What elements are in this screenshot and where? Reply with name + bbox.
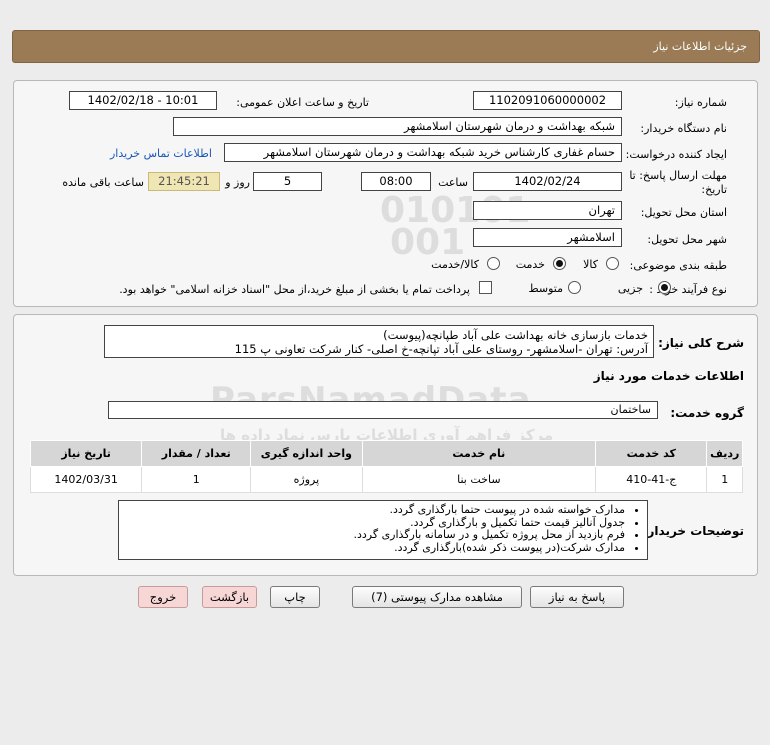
- cell-unit: پروژه: [250, 466, 363, 493]
- summary-line-2: آدرس: تهران -اسلامشهر- روستای علی آباد ت…: [234, 342, 648, 356]
- cell-service-name: ساخت بنا: [361, 466, 597, 493]
- process-minor-radio[interactable]: [658, 281, 671, 294]
- category-service-radio[interactable]: [553, 257, 566, 270]
- creator-label: ایجاد کننده درخواست:: [625, 148, 727, 161]
- buyer-notes-box: مدارک خواسته شده در پیوست حتما بارگذاری …: [118, 500, 648, 560]
- deadline-date-label: تاریخ:: [701, 183, 727, 196]
- process-medium-label: متوسط: [528, 282, 563, 295]
- category-goods-radio[interactable]: [606, 257, 619, 270]
- summary-box: خدمات بازسازی خانه بهداشت علی آباد طپانچ…: [104, 325, 654, 358]
- col-header-need-date: تاریخ نیاز: [29, 440, 143, 467]
- summary-line-1: خدمات بازسازی خانه بهداشت علی آباد طپانچ…: [383, 328, 648, 342]
- summary-label: شرح کلی نیاز:: [658, 336, 744, 350]
- exit-button[interactable]: خروج: [138, 586, 188, 608]
- deadline-time-label: ساعت: [438, 176, 468, 189]
- need-number-field: 1102091060000002: [473, 91, 622, 110]
- deadline-time-field: 08:00: [361, 172, 431, 191]
- category-goods-service-radio[interactable]: [487, 257, 500, 270]
- announce-label: تاریخ و ساعت اعلان عمومی:: [236, 96, 369, 109]
- col-header-service-name: نام خدمت: [361, 440, 597, 467]
- buyer-note-item: فرم بازدید از محل پروژه تکمیل و در سامان…: [129, 528, 625, 542]
- category-goods-service-label: کالا/خدمت: [431, 258, 479, 271]
- treasury-payment-note: پرداخت تمام یا بخشی از مبلغ خرید،از محل …: [119, 283, 470, 296]
- back-button[interactable]: بازگشت: [202, 586, 257, 608]
- cell-quantity: 1: [141, 466, 252, 493]
- reply-button[interactable]: پاسخ به نیاز: [530, 586, 624, 608]
- buyer-note-item: مدارک شرکت(در پیوست ذکر شده)بارگذاری گرد…: [129, 541, 625, 555]
- view-attachments-button[interactable]: مشاهده مدارک پیوستی (7): [352, 586, 522, 608]
- days-label: روز و: [225, 176, 250, 189]
- cell-need-date: 1402/03/31: [29, 466, 143, 493]
- buyer-notes-label: توضیحات خریدار:: [642, 524, 744, 538]
- process-minor-label: جزیی: [617, 282, 643, 295]
- services-section-title: اطلاعات خدمات مورد نیاز: [593, 369, 744, 383]
- service-group-label: گروه خدمت:: [670, 406, 744, 420]
- city-field: اسلامشهر: [473, 228, 622, 247]
- deadline-date-field: 1402/02/24: [473, 172, 622, 191]
- creator-field: حسام غفاری کارشناس خرید شبکه بهداشت و در…: [224, 143, 622, 162]
- remaining-label: ساعت باقی مانده: [62, 176, 144, 189]
- services-table-header-row: ردیف کد خدمت نام خدمت واحد اندازه گیری ت…: [29, 440, 743, 467]
- category-goods-label: کالا: [583, 258, 598, 271]
- buyer-label: نام دستگاه خریدار:: [640, 122, 727, 135]
- process-medium-radio[interactable]: [568, 281, 581, 294]
- province-label: استان محل تحویل:: [640, 206, 727, 219]
- service-group-field: ساختمان: [108, 401, 658, 419]
- col-header-unit: واحد اندازه گیری: [250, 440, 363, 467]
- need-number-label: شماره نیاز:: [674, 96, 727, 109]
- page-header: جزئیات اطلاعات نیاز: [12, 30, 760, 63]
- services-table: ردیف کد خدمت نام خدمت واحد اندازه گیری ت…: [29, 440, 743, 493]
- days-field: 5: [253, 172, 322, 191]
- buyer-field: شبکه بهداشت و درمان شهرستان اسلامشهر: [173, 117, 622, 136]
- category-label: طبقه بندی موضوعی:: [629, 259, 727, 272]
- col-header-quantity: تعداد / مقدار: [141, 440, 252, 467]
- contact-buyer-link[interactable]: اطلاعات تماس خریدار: [110, 147, 212, 160]
- col-header-service-code: کد خدمت: [595, 440, 708, 467]
- page-title: جزئیات اطلاعات نیاز: [653, 40, 747, 53]
- cell-service-code: ج-41-410: [595, 466, 708, 493]
- table-row: 1 ج-41-410 ساخت بنا پروژه 1 1402/03/31: [29, 466, 743, 493]
- announce-field: 1402/02/18 - 10:01: [69, 91, 217, 110]
- treasury-payment-checkbox[interactable]: [479, 281, 492, 294]
- city-label: شهر محل تحویل:: [647, 233, 727, 246]
- deadline-label: مهلت ارسال پاسخ: تا: [629, 169, 727, 182]
- province-field: تهران: [473, 201, 622, 220]
- remaining-time-field: 21:45:21: [148, 172, 220, 191]
- category-service-label: خدمت: [515, 258, 545, 271]
- print-button[interactable]: چاپ: [270, 586, 320, 608]
- cell-row-number: 1: [706, 466, 743, 493]
- buyer-note-item: مدارک خواسته شده در پیوست حتما بارگذاری …: [129, 503, 625, 517]
- need-details-panel: [13, 80, 758, 307]
- col-header-row-number: ردیف: [706, 440, 743, 467]
